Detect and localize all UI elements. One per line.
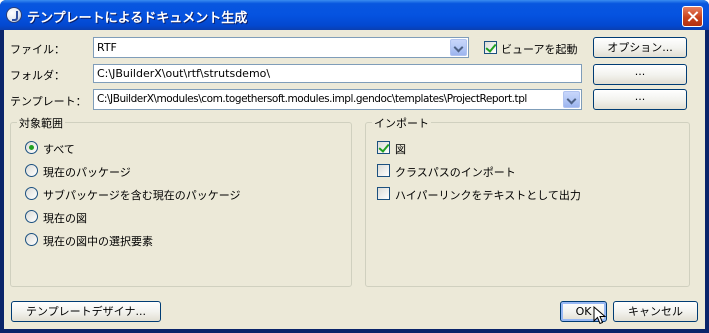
hyperlinks-as-text-label: ハイパーリンクをテキストとして出力 — [395, 189, 581, 202]
scope-group-title: 対象範囲 — [17, 115, 65, 131]
scope-group: 対象範囲 すべて 現在のパッケージ サブパッケージを含む現在のパッケージ 現在の… — [10, 115, 352, 287]
title-bar[interactable]: テンプレートによるドキュメント生成 — [0, 0, 709, 30]
template-label: テンプレート： — [10, 95, 87, 108]
scope-label-selected-elements: 現在の図中の選択要素 — [43, 235, 153, 248]
scope-label-current-diagram: 現在の図 — [43, 212, 87, 225]
browse-template-button[interactable]: ... — [593, 89, 687, 110]
scope-label-package-with-subpackages: サブパッケージを含む現在のパッケージ — [43, 189, 241, 202]
scope-label-all: すべて — [43, 143, 75, 156]
window-title: テンプレートによるドキュメント生成 — [27, 11, 248, 26]
file-label: ファイル： — [10, 43, 65, 56]
file-format-value: RTF — [97, 41, 117, 54]
cancel-button[interactable]: キャンセル — [613, 301, 698, 322]
folder-value: C:\JBuilderX\out\rtf\strutsdemo\ — [97, 67, 271, 80]
launch-viewer-label: ビューアを起動 — [501, 43, 578, 56]
folder-label: フォルダ： — [10, 69, 65, 82]
close-icon[interactable] — [682, 6, 703, 27]
scope-radio-package-with-subpackages[interactable] — [25, 187, 38, 200]
dialog-window: テンプレートによるドキュメント生成 ファイル： RTF ビューアを起動 オプショ… — [0, 0, 709, 333]
options-button[interactable]: オプション... — [593, 37, 687, 58]
dialog-body: ファイル： RTF ビューアを起動 オプション... フォルダ： C:\JBui… — [4, 30, 705, 329]
scope-radio-all[interactable] — [25, 141, 38, 154]
mouse-pointer-icon — [593, 306, 607, 325]
import-classpath-label: クラスパスのインポート — [395, 166, 516, 179]
scope-radio-current-diagram[interactable] — [25, 210, 38, 223]
template-value: C:\JBuilderX\modules\com.togethersoft.mo… — [97, 93, 527, 105]
template-select[interactable]: C:\JBuilderX\modules\com.togethersoft.mo… — [93, 89, 582, 110]
scope-radio-current-package[interactable] — [25, 164, 38, 177]
browse-folder-button[interactable]: ... — [593, 64, 687, 85]
hyperlinks-as-text-checkbox[interactable] — [377, 187, 390, 200]
import-classpath-checkbox[interactable] — [377, 164, 390, 177]
scope-label-current-package: 現在のパッケージ — [43, 166, 131, 179]
import-group-title: インポート — [372, 115, 431, 131]
import-diagram-label: 図 — [395, 143, 406, 156]
file-format-select[interactable]: RTF — [93, 37, 469, 58]
scope-radio-selected-elements[interactable] — [25, 233, 38, 246]
chevron-down-icon[interactable] — [450, 39, 467, 56]
folder-input[interactable]: C:\JBuilderX\out\rtf\strutsdemo\ — [93, 64, 582, 83]
import-diagram-checkbox[interactable] — [377, 141, 390, 154]
app-icon — [6, 7, 22, 23]
chevron-down-icon[interactable] — [563, 91, 580, 108]
template-designer-button[interactable]: テンプレートデザイナ... — [11, 301, 161, 322]
launch-viewer-checkbox[interactable] — [484, 41, 497, 54]
import-group: インポート 図 クラスパスのインポート ハイパーリンクをテキストとして出力 — [365, 115, 690, 287]
